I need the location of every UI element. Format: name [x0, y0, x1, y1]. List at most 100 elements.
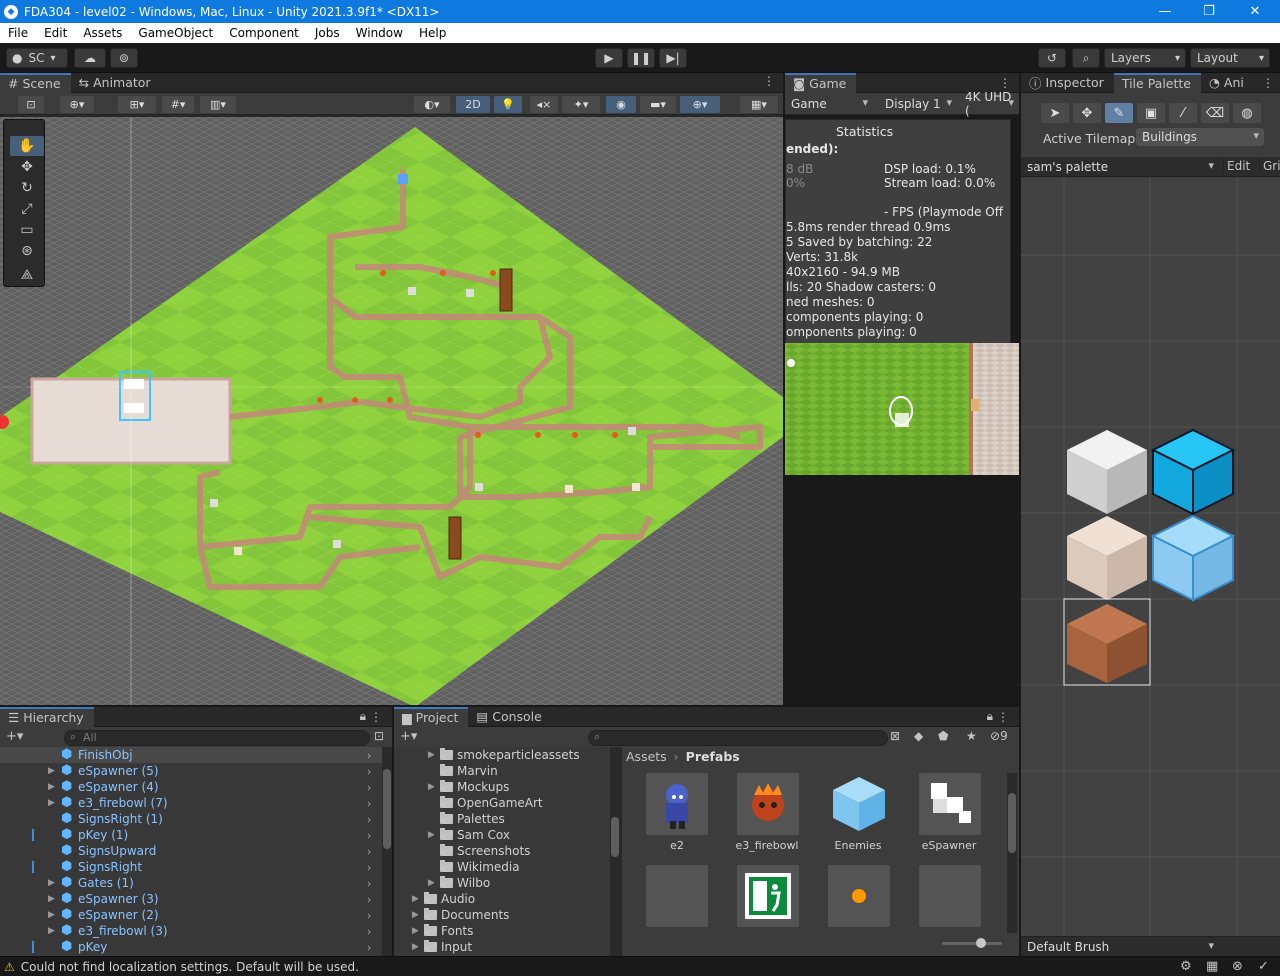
expand-arrow-icon[interactable]: ▶	[428, 750, 440, 760]
expand-arrow-icon[interactable]: ▶	[48, 926, 55, 936]
expand-arrow-icon[interactable]: ▶	[48, 798, 55, 808]
overlay-icon[interactable]: ▦▾	[740, 96, 778, 113]
hierarchy-row[interactable]: ⬢ pKey (1) ›	[0, 827, 382, 843]
folder-row[interactable]: ▶ Wilbo	[428, 875, 490, 891]
folder-row[interactable]: ▶ Audio	[412, 891, 475, 907]
restore-button[interactable]: ❐	[1186, 0, 1232, 23]
hierarchy-row[interactable]: ⬢ FinishObj ›	[0, 747, 382, 763]
history-icon[interactable]: ↺	[1038, 48, 1066, 68]
menu-help[interactable]: Help	[411, 26, 454, 40]
asset-espawner[interactable]	[919, 773, 981, 835]
scale-tool-icon[interactable]: ⤢	[10, 199, 44, 219]
folder-row[interactable]: Marvin	[428, 763, 498, 779]
gizmo-tool-icon[interactable]: ⊡	[18, 96, 44, 113]
visibility-icon[interactable]: ◉	[606, 96, 636, 113]
game-view-dropdown[interactable]: Game	[785, 95, 873, 113]
palette-grid-button[interactable]: Grid	[1259, 159, 1280, 173]
hierarchy-menu-icon[interactable]: ⋮	[370, 710, 382, 724]
tile-cyan-cube[interactable]	[1150, 428, 1236, 516]
hierarchy-row[interactable]: ▶ ⬢ e3_firebowl (7) ›	[0, 795, 382, 811]
hierarchy-row[interactable]: ⬢ SignsRight ›	[0, 859, 382, 875]
lock-icon[interactable]: 🔒︎	[360, 709, 366, 724]
hierarchy-row[interactable]: ⬢ pKey ›	[0, 939, 382, 955]
tile-beige-cube[interactable]	[1067, 516, 1147, 600]
increment-icon[interactable]: ▥▾	[200, 96, 236, 113]
tab-animator[interactable]: ⇆ Animator	[71, 73, 161, 93]
hierarchy-row[interactable]: ▶ ⬢ eSpawner (2) ›	[0, 907, 382, 923]
scene-filter-icon[interactable]: ⊡	[374, 729, 384, 743]
menu-jobs[interactable]: Jobs	[307, 26, 348, 40]
chevron-right-icon[interactable]: ›	[367, 749, 371, 762]
account-dropdown[interactable]: ● SC ▾	[6, 48, 68, 68]
hierarchy-row[interactable]: ⬢ SignsRight (1) ›	[0, 811, 382, 827]
project-search-input[interactable]	[588, 730, 888, 746]
folder-row[interactable]: ▶ smokeparticleassets	[428, 747, 580, 763]
palette-grid[interactable]	[1021, 178, 1280, 938]
zoom-slider[interactable]	[942, 938, 1002, 948]
collab-icon[interactable]: ⊚	[110, 48, 138, 68]
tab-game[interactable]: ◙ Game	[785, 72, 857, 93]
select-tool-icon[interactable]: ➤	[1041, 103, 1069, 123]
chevron-right-icon[interactable]: ›	[367, 797, 371, 810]
play-button[interactable]: ▶	[595, 48, 623, 68]
custom-tool-icon[interactable]: ⟁	[10, 265, 44, 285]
asset-enemies[interactable]	[828, 773, 890, 835]
hierarchy-row[interactable]: ⬢ SignsUpward ›	[0, 843, 382, 859]
hierarchy-search-input[interactable]: All	[64, 730, 370, 746]
paint-brush-icon[interactable]: ✎	[1105, 103, 1133, 123]
tab-hierarchy[interactable]: ☰ Hierarchy	[0, 706, 94, 727]
layout-dropdown[interactable]: Layout ▾	[1190, 48, 1270, 68]
asset-item-6[interactable]	[737, 865, 799, 927]
cloud-icon[interactable]: ☁	[74, 48, 106, 68]
chevron-right-icon[interactable]: ›	[367, 893, 371, 906]
asset-item-7[interactable]	[828, 865, 890, 927]
progress-icon[interactable]: ▦	[1206, 959, 1218, 974]
transform-tool-icon[interactable]: ⊛	[10, 241, 44, 261]
hierarchy-row[interactable]: ▶ ⬢ eSpawner (5) ›	[0, 763, 382, 779]
expand-arrow-icon[interactable]: ▶	[428, 830, 440, 840]
rect-tool-icon[interactable]: ▭	[10, 220, 44, 240]
pause-button[interactable]: ❚❚	[627, 48, 655, 68]
hierarchy-scrollbar[interactable]	[382, 747, 392, 956]
chevron-right-icon[interactable]: ›	[367, 861, 371, 874]
hierarchy-row[interactable]: ▶ ⬢ e3_firebowl (3) ›	[0, 923, 382, 939]
tile-lightblue-cube[interactable]	[1150, 514, 1236, 602]
hidden-packages-icon[interactable]: ⊘9	[990, 729, 1008, 743]
project-menu-icon[interactable]: ⋮	[997, 710, 1009, 724]
resolution-dropdown[interactable]: 4K UHD (	[959, 90, 1019, 118]
minimize-button[interactable]: —	[1142, 0, 1188, 23]
game-menu-icon[interactable]: ⋮	[999, 76, 1011, 90]
tile-brown-cube[interactable]	[1063, 598, 1151, 686]
status-message[interactable]: Could not find localization settings. De…	[21, 960, 359, 974]
expand-arrow-icon[interactable]: ▶	[48, 910, 55, 920]
camera-icon[interactable]: ▬▾	[640, 96, 676, 113]
inspector-menu-icon[interactable]: ⋮	[1262, 76, 1274, 90]
asset-item-8[interactable]	[919, 865, 981, 927]
asset-e3-firebowl[interactable]	[737, 773, 799, 835]
folder-row[interactable]: ▶ Documents	[412, 907, 509, 923]
folder-row[interactable]: ▶ Sam Cox	[428, 827, 510, 843]
expand-arrow-icon[interactable]: ▶	[48, 782, 55, 792]
expand-arrow-icon[interactable]: ▶	[412, 926, 424, 936]
favorite-icon[interactable]: ★	[966, 729, 977, 743]
fill-icon[interactable]: ◍	[1233, 103, 1261, 123]
move-tile-icon[interactable]: ✥	[1073, 103, 1101, 123]
search-icon[interactable]: ⌕	[1072, 48, 1100, 68]
box-fill-icon[interactable]: ▣	[1137, 103, 1165, 123]
check-icon[interactable]: ✓	[1258, 959, 1269, 974]
breadcrumb-assets[interactable]: Assets	[626, 749, 667, 764]
tab-animation[interactable]: ◔ Ani	[1201, 73, 1246, 93]
global-icon[interactable]: ⊕▾	[60, 96, 94, 113]
add-object-button[interactable]: +▾	[6, 729, 23, 744]
folder-row[interactable]: ▶ Input	[412, 939, 472, 955]
move-tool-icon[interactable]: ✥	[10, 157, 44, 177]
search-type-icon[interactable]: ⊠	[890, 729, 900, 743]
breadcrumb-prefabs[interactable]: Prefabs	[686, 749, 740, 764]
lighting-icon[interactable]: 💡	[494, 96, 522, 113]
assets-scrollbar[interactable]	[1007, 773, 1017, 933]
palette-edit-button[interactable]: Edit	[1223, 159, 1250, 173]
tab-project[interactable]: ▆ Project	[394, 706, 469, 727]
tab-console[interactable]: ▤ Console	[468, 707, 551, 727]
menu-file[interactable]: File	[0, 26, 36, 40]
expand-arrow-icon[interactable]: ▶	[428, 782, 440, 792]
